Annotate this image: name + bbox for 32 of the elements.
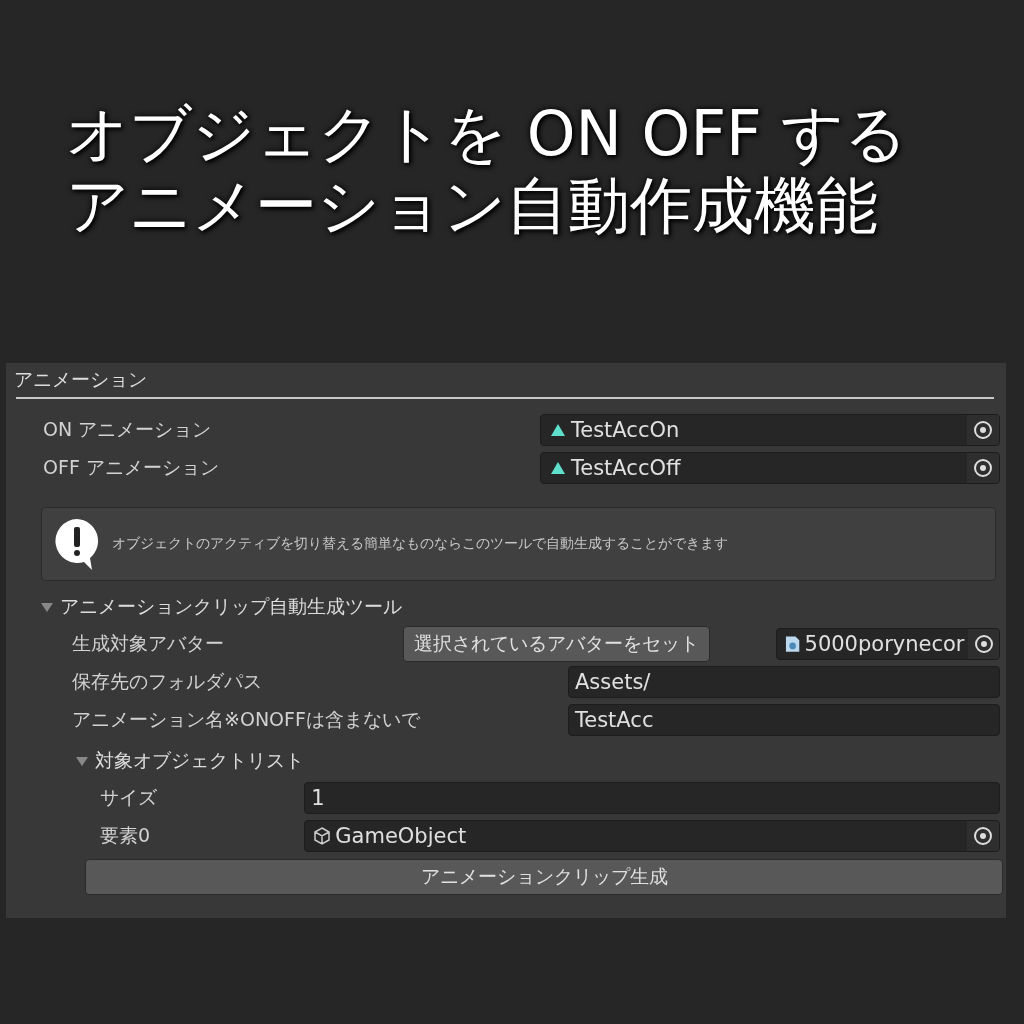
object-field[interactable]: TestAccOff (540, 452, 1000, 484)
field-label: サイズ (100, 785, 158, 810)
field-label: アニメーション名※ONOFFは含まないで (72, 707, 421, 732)
set-avatar-button[interactable]: 選択されているアバターをセット (403, 626, 711, 662)
expanded-triangle-icon[interactable] (40, 600, 54, 614)
field-label: ON アニメーション (43, 417, 213, 442)
field-label: OFF アニメーション (43, 455, 220, 480)
object-picker-icon[interactable] (973, 826, 993, 846)
section-title: アニメーション (14, 367, 148, 392)
field-label: 要素0 (100, 823, 152, 848)
object-field[interactable]: 5000porynecor (776, 628, 1000, 660)
headline: オブジェクトを ON OFF する (66, 98, 909, 170)
object-picker-icon[interactable] (973, 634, 994, 654)
generate-clip-button[interactable]: アニメーションクリップ生成 (85, 859, 1003, 895)
expanded-triangle-icon[interactable] (75, 754, 89, 768)
object-picker-icon[interactable] (973, 458, 993, 478)
field-label: 生成対象アバター (72, 631, 225, 656)
text-field[interactable]: TestAcc (568, 704, 1000, 736)
foldout-label[interactable]: 対象オブジェクトリスト (95, 748, 304, 774)
animation-clip-icon (549, 461, 567, 475)
help-text: オブジェクトのアクティブを切り替える簡単なものならこのツールで自動生成することができます (112, 535, 728, 553)
field-label: 保存先のフォルダパス (72, 669, 263, 694)
file-icon (785, 635, 801, 653)
text-field[interactable]: Assets/ (568, 666, 1000, 698)
cube-icon (313, 827, 332, 845)
object-field[interactable]: TestAccOn (540, 414, 1000, 446)
headline: アニメーション自動作成機能 (66, 170, 879, 242)
object-field[interactable]: GameObject (304, 820, 1000, 852)
object-picker-icon[interactable] (973, 420, 993, 440)
number-field[interactable]: 1 (304, 782, 1000, 814)
foldout-label[interactable]: アニメーションクリップ自動生成ツール (60, 594, 402, 620)
animation-clip-icon (549, 423, 567, 437)
